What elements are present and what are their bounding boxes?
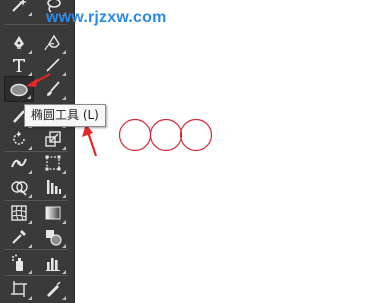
symbol-sprayer-icon	[12, 254, 23, 271]
symbol-sprayer-tool[interactable]	[4, 250, 34, 276]
scale-tool[interactable]	[38, 126, 68, 152]
type-tool[interactable]	[4, 52, 34, 78]
width-tool[interactable]	[4, 150, 34, 176]
rotate-tool[interactable]	[4, 126, 34, 152]
free-transform-tool[interactable]	[38, 150, 68, 176]
ellipse-tool[interactable]	[4, 76, 34, 102]
mesh-tool[interactable]	[4, 200, 34, 226]
slice-tool[interactable]	[38, 276, 68, 302]
mesh-icon	[11, 205, 27, 221]
shape-builder-tool[interactable]	[4, 174, 34, 200]
rotate-icon	[13, 131, 25, 145]
scale-icon	[45, 131, 61, 147]
line-icon	[46, 58, 60, 72]
brush-icon	[47, 81, 60, 96]
pen-icon	[14, 36, 24, 49]
tools-panel	[0, 0, 75, 303]
tool-tooltip: 椭圆工具 (L)	[24, 104, 106, 127]
blend-tool[interactable]	[38, 224, 68, 250]
paintbrush-tool[interactable]	[38, 76, 68, 102]
free-transform-icon	[45, 155, 61, 171]
shape-builder-icon	[11, 181, 28, 196]
perspective-grid-tool[interactable]	[38, 174, 68, 200]
width-icon	[11, 158, 27, 168]
curvature-pen-icon	[44, 34, 60, 51]
gradient-icon	[45, 206, 61, 220]
magic-wand-tool[interactable]	[4, 0, 34, 18]
artboard-canvas[interactable]	[74, 0, 379, 303]
artboard-icon	[11, 281, 27, 297]
column-graph-tool[interactable]	[38, 250, 68, 276]
slice-icon	[47, 281, 61, 297]
eyedropper-icon	[12, 230, 26, 244]
magic-wand-icon	[12, 0, 27, 12]
ellipse-icon	[10, 83, 28, 97]
perspective-grid-icon	[47, 180, 61, 194]
type-T-icon	[13, 59, 25, 72]
blend-icon	[46, 230, 62, 246]
artboard-tool[interactable]	[4, 276, 34, 302]
gradient-tool[interactable]	[38, 200, 68, 226]
column-graph-icon	[46, 258, 60, 271]
eyedropper-tool[interactable]	[4, 224, 34, 250]
line-segment-tool[interactable]	[38, 52, 68, 78]
